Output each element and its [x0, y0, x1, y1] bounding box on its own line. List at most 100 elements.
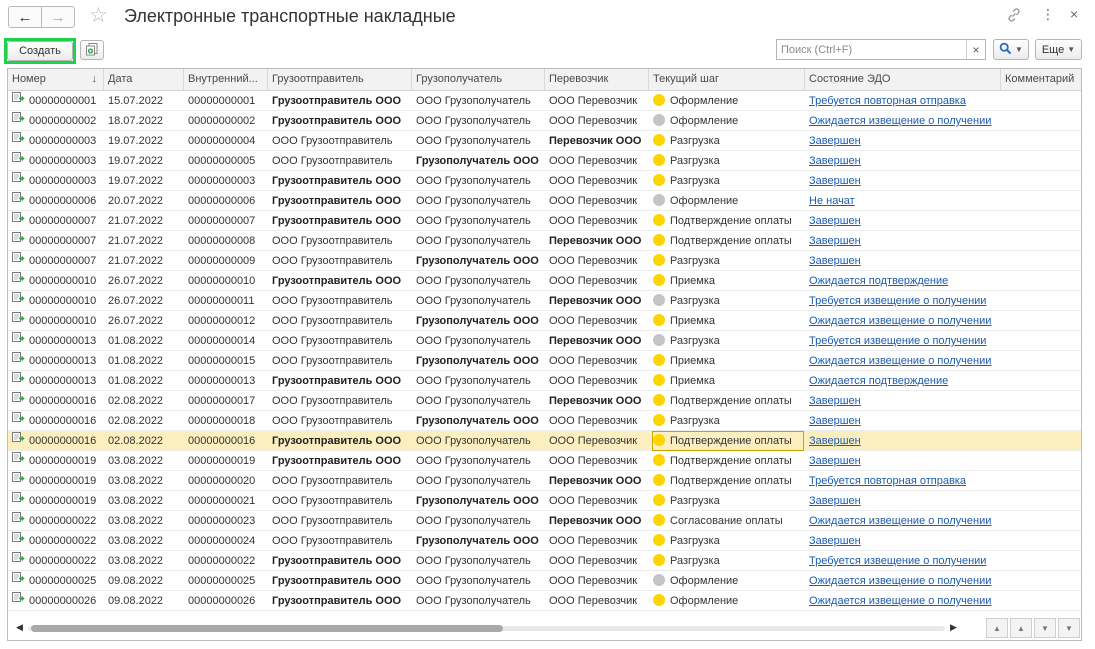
edo-status-link[interactable]: Ожидается извещение о получении	[809, 115, 991, 127]
edo-status-link[interactable]: Ожидается подтверждение	[809, 275, 948, 287]
search-field[interactable]: ×	[776, 39, 986, 60]
column-header-date[interactable]: Дата	[104, 69, 184, 90]
table-row[interactable]: 00000000016 02.08.2022 00000000018 ООО Груз…	[8, 411, 1081, 431]
edo-status-link[interactable]: Ожидается подтверждение	[809, 375, 948, 387]
kebab-menu-icon[interactable]: ⋮	[1041, 7, 1055, 21]
close-icon[interactable]: ×	[1070, 7, 1078, 21]
cell-shipper: Грузоотправитель ООО	[272, 275, 402, 287]
status-dot-gray-icon	[653, 574, 665, 587]
edo-status-link[interactable]: Требуется извещение о получении	[809, 295, 986, 307]
scroll-thumb[interactable]	[31, 625, 503, 632]
documents-table[interactable]: Номер ↓ Дата Внутренний... Грузоотправит…	[7, 68, 1082, 641]
cell-consignee: ООО Грузополучатель	[416, 555, 531, 567]
copy-button[interactable]	[80, 40, 104, 60]
edo-status-link[interactable]: Ожидается извещение о получении	[809, 595, 991, 607]
edo-status-link[interactable]: Завершен	[809, 175, 861, 187]
cell-number: 00000000019	[8, 491, 104, 511]
table-row[interactable]: 00000000003 19.07.2022 00000000004 ООО Груз…	[8, 131, 1081, 151]
edo-status-link[interactable]: Требуется повторная отправка	[809, 475, 966, 487]
edo-status-link[interactable]: Требуется извещение о получении	[809, 335, 986, 347]
table-row[interactable]: 00000000013 01.08.2022 00000000015 ООО Груз…	[8, 351, 1081, 371]
create-button[interactable]: Создать	[7, 41, 73, 61]
edo-status-link[interactable]: Завершен	[809, 455, 861, 467]
table-row[interactable]: 00000000019 03.08.2022 00000000021 ООО Груз…	[8, 491, 1081, 511]
table-row[interactable]: 00000000010 26.07.2022 00000000010 Грузоотп…	[8, 271, 1081, 291]
cell-step: Подтверждение оплаты	[649, 471, 805, 491]
table-row[interactable]: 00000000022 03.08.2022 00000000024 ООО Груз…	[8, 531, 1081, 551]
table-row[interactable]: 00000000019 03.08.2022 00000000020 ООО Груз…	[8, 471, 1081, 491]
step-label: Подтверждение оплаты	[670, 455, 792, 467]
edo-status-link[interactable]: Ожидается извещение о получении	[809, 575, 991, 587]
table-row[interactable]: 00000000010 26.07.2022 00000000012 ООО Груз…	[8, 311, 1081, 331]
scroll-down-button[interactable]: ▼	[1034, 618, 1056, 638]
column-header-internal[interactable]: Внутренний...	[184, 69, 268, 90]
table-row[interactable]: 00000000006 20.07.2022 00000000006 Грузоотп…	[8, 191, 1081, 211]
table-row[interactable]: 00000000022 03.08.2022 00000000023 ООО Груз…	[8, 511, 1081, 531]
edo-status-link[interactable]: Завершен	[809, 135, 861, 147]
table-row[interactable]: 00000000002 18.07.2022 00000000002 Грузоотп…	[8, 111, 1081, 131]
table-row[interactable]: 00000000007 21.07.2022 00000000007 Грузоотп…	[8, 211, 1081, 231]
table-row[interactable]: 00000000007 21.07.2022 00000000008 ООО Груз…	[8, 231, 1081, 251]
column-header-step[interactable]: Текущий шаг	[649, 69, 805, 90]
edo-status-link[interactable]: Завершен	[809, 395, 861, 407]
link-icon[interactable]	[1006, 7, 1022, 26]
scroll-right-icon[interactable]: ▶	[950, 622, 957, 633]
cell-carrier: ООО Перевозчик	[549, 315, 638, 327]
row-number: 00000000010	[29, 315, 97, 327]
edo-status-link[interactable]: Завершен	[809, 235, 861, 247]
edo-status-link[interactable]: Завершен	[809, 215, 861, 227]
column-header-comment[interactable]: Комментарий	[1001, 69, 1081, 90]
edo-status-link[interactable]: Не начат	[809, 195, 855, 207]
chevron-up-icon: ▲	[1017, 623, 1025, 633]
forward-button[interactable]: →	[41, 6, 75, 28]
table-row[interactable]: 00000000001 15.07.2022 00000000001 Грузоотп…	[8, 91, 1081, 111]
edo-status-link[interactable]: Завершен	[809, 155, 861, 167]
edo-status-link[interactable]: Ожидается извещение о получении	[809, 315, 991, 327]
edo-status-link[interactable]: Завершен	[809, 495, 861, 507]
table-row[interactable]: 00000000003 19.07.2022 00000000003 Грузоотп…	[8, 171, 1081, 191]
column-header-consignee[interactable]: Грузополучатель	[412, 69, 545, 90]
clear-search-button[interactable]: ×	[966, 40, 985, 59]
cell-comment	[1001, 171, 1081, 191]
edo-status-link[interactable]: Требуется повторная отправка	[809, 95, 966, 107]
arrow-right-icon: →	[50, 8, 66, 26]
table-row[interactable]: 00000000013 01.08.2022 00000000014 ООО Груз…	[8, 331, 1081, 351]
scroll-up-button[interactable]: ▲	[1010, 618, 1032, 638]
edo-status-link[interactable]: Ожидается извещение о получении	[809, 515, 991, 527]
edo-status-link[interactable]: Завершен	[809, 415, 861, 427]
edo-status-link[interactable]: Завершен	[809, 535, 861, 547]
column-header-carrier[interactable]: Перевозчик	[545, 69, 649, 90]
horizontal-scrollbar[interactable]: ◀ ▶	[16, 621, 958, 635]
table-row[interactable]: 00000000013 01.08.2022 00000000013 Грузоотп…	[8, 371, 1081, 391]
edo-status-link[interactable]: Завершен	[809, 255, 861, 267]
edo-status-link[interactable]: Завершен	[809, 435, 861, 447]
table-row[interactable]: 00000000025 09.08.2022 00000000025 Грузоотп…	[8, 571, 1081, 591]
scroll-to-bottom-button[interactable]: ▼	[1058, 618, 1080, 638]
table-row[interactable]: 00000000026 09.08.2022 00000000026 Грузоотп…	[8, 591, 1081, 611]
document-sent-icon	[12, 211, 25, 230]
scroll-to-top-button[interactable]: ▲	[986, 618, 1008, 638]
search-button[interactable]: ▼	[993, 39, 1029, 60]
table-row[interactable]: 00000000010 26.07.2022 00000000011 ООО Груз…	[8, 291, 1081, 311]
edo-status-link[interactable]: Ожидается извещение о получении	[809, 355, 991, 367]
table-row[interactable]: 00000000007 21.07.2022 00000000009 ООО Груз…	[8, 251, 1081, 271]
table-row[interactable]: 00000000022 03.08.2022 00000000022 Грузоотп…	[8, 551, 1081, 571]
scroll-left-icon[interactable]: ◀	[16, 622, 23, 633]
document-sent-icon	[12, 391, 25, 410]
star-icon[interactable]: ☆	[89, 5, 108, 26]
cell-step: Подтверждение оплаты	[649, 391, 805, 411]
table-row[interactable]: 00000000019 03.08.2022 00000000019 Грузоотп…	[8, 451, 1081, 471]
edo-status-link[interactable]: Требуется извещение о получении	[809, 555, 986, 567]
back-button[interactable]: ←	[8, 6, 42, 28]
search-input[interactable]	[777, 40, 965, 59]
column-header-shipper[interactable]: Грузоотправитель	[268, 69, 412, 90]
cell-carrier: Перевозчик ООО	[549, 475, 642, 487]
table-row[interactable]: 00000000016 02.08.2022 00000000016 Грузоотп…	[8, 431, 1081, 451]
table-row[interactable]: 00000000003 19.07.2022 00000000005 ООО Груз…	[8, 151, 1081, 171]
cell-step: Разгрузка	[649, 131, 805, 151]
more-button[interactable]: Еще ▼	[1035, 39, 1082, 60]
column-header-edo[interactable]: Состояние ЭДО	[805, 69, 1001, 90]
table-row[interactable]: 00000000016 02.08.2022 00000000017 ООО Груз…	[8, 391, 1081, 411]
cell-consignee: ООО Грузополучатель	[416, 435, 531, 447]
column-header-number[interactable]: Номер ↓	[8, 69, 104, 90]
